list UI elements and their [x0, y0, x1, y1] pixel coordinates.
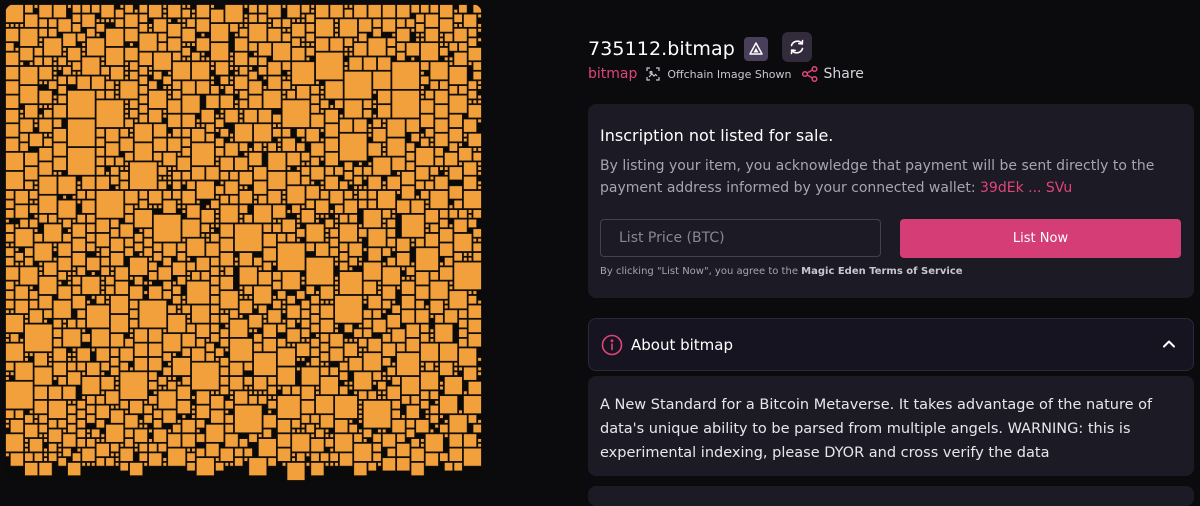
- share-label: Share: [823, 66, 864, 82]
- detail-panel: 735112.bitmap bitmap Offchain Image Show…: [588, 0, 1194, 506]
- terms-of-service-link[interactable]: Magic Eden Terms of Service: [801, 266, 962, 277]
- about-accordion-header[interactable]: About bitmap: [588, 318, 1194, 371]
- bitmap-artwork: [5, 4, 482, 481]
- about-description: A New Standard for a Bitcoin Metaverse. …: [588, 376, 1194, 476]
- inscription-image: [5, 4, 482, 481]
- refresh-icon: [790, 39, 804, 55]
- info-icon: [601, 334, 623, 356]
- terms-notice: By clicking "List Now", you agree to the…: [600, 266, 963, 277]
- next-section-edge: [588, 486, 1194, 506]
- chevron-up-icon[interactable]: [1161, 336, 1177, 352]
- offchain-label: Offchain Image Shown: [667, 67, 792, 81]
- meta-row: bitmap Offchain Image Shown Share: [588, 63, 864, 85]
- image-frame-icon: [646, 67, 660, 81]
- refresh-button[interactable]: [781, 32, 812, 62]
- list-price-input[interactable]: [600, 219, 881, 257]
- listing-status-title: Inscription not listed for sale.: [600, 126, 834, 145]
- title-row: 735112.bitmap: [588, 32, 812, 63]
- share-icon: [801, 65, 819, 83]
- listing-card: Inscription not listed for sale. By list…: [588, 104, 1194, 298]
- offchain-indicator: Offchain Image Shown: [646, 67, 792, 81]
- magic-eden-triangle-icon: [743, 37, 768, 61]
- wallet-address[interactable]: 39dEk ... SVu: [980, 180, 1072, 196]
- share-button[interactable]: Share: [801, 65, 864, 83]
- list-now-button[interactable]: List Now: [900, 219, 1181, 258]
- listing-description: By listing your item, you acknowledge th…: [600, 155, 1185, 199]
- terms-prefix: By clicking "List Now", you agree to the: [600, 266, 802, 277]
- about-title: About bitmap: [631, 335, 734, 354]
- collection-link[interactable]: bitmap: [588, 66, 637, 82]
- inscription-title: 735112.bitmap: [588, 38, 735, 60]
